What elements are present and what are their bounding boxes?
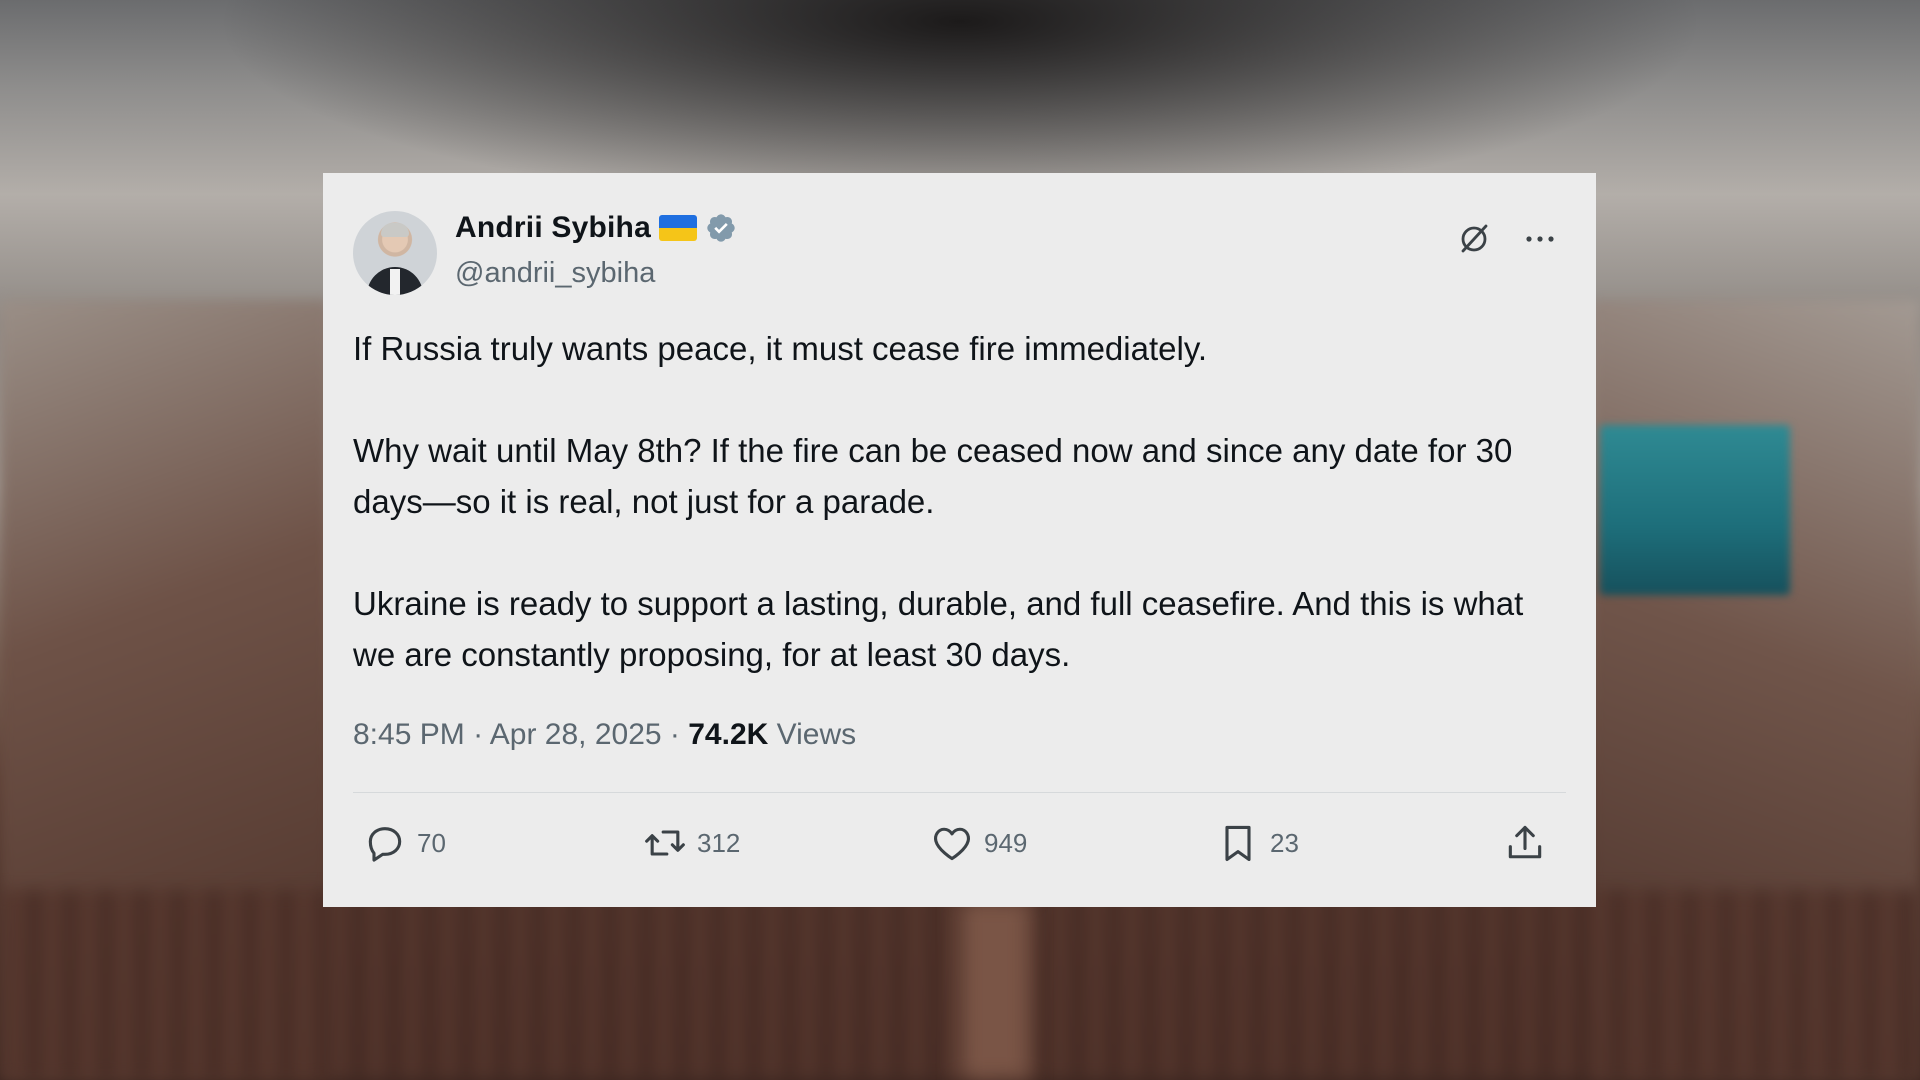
reply-button[interactable]: 70 — [363, 821, 446, 865]
like-icon — [934, 827, 970, 861]
repost-count: 312 — [697, 827, 741, 858]
bookmark-count: 23 — [1270, 827, 1299, 858]
tweet-top-actions — [1454, 219, 1560, 259]
tweet-meta: 8:45 PM · Apr 28, 2025 · 74.2K Views — [353, 718, 1566, 752]
tweet-actions-bar: 70 312 949 23 — [353, 793, 1566, 893]
bookmark-button[interactable]: 23 — [1216, 821, 1299, 865]
share-button[interactable] — [1503, 821, 1547, 865]
tweet-date[interactable]: Apr 28, 2025 — [490, 718, 662, 751]
share-icon — [1508, 825, 1542, 859]
more-icon[interactable] — [1520, 219, 1560, 259]
tweet-time[interactable]: 8:45 PM — [353, 718, 465, 751]
author-name[interactable]: Andrii Sybiha — [455, 211, 651, 245]
views-label: Views — [776, 718, 857, 751]
like-count: 949 — [984, 827, 1028, 858]
avatar-shirt — [390, 269, 400, 295]
reply-icon — [368, 827, 402, 862]
like-button[interactable]: 949 — [930, 821, 1027, 865]
ukraine-flag-icon — [658, 215, 697, 241]
tweet-paragraph: If Russia truly wants peace, it must cea… — [353, 330, 1208, 367]
meta-separator: · — [669, 718, 680, 751]
tweet-paragraph: Why wait until May 8th? If the fire can … — [353, 432, 1513, 520]
author-handle[interactable]: @andrii_sybiha — [455, 257, 655, 290]
tweet-header: Andrii Sybiha @andrii_sybiha — [353, 211, 1566, 301]
repost-button[interactable]: 312 — [643, 821, 740, 865]
meta-separator: · — [473, 718, 484, 751]
background-aisle — [960, 900, 1030, 1080]
background-screen — [1600, 425, 1790, 595]
avatar[interactable] — [353, 211, 437, 295]
verified-icon[interactable] — [705, 212, 737, 244]
bookmark-icon — [1225, 825, 1251, 862]
tweet-paragraph: Ukraine is ready to support a lasting, d… — [353, 585, 1524, 673]
grok-icon[interactable] — [1454, 219, 1494, 259]
avatar-hair — [381, 223, 409, 237]
views-count: 74.2K — [688, 718, 769, 751]
reply-count: 70 — [417, 827, 446, 858]
tweet-body: If Russia truly wants peace, it must cea… — [353, 323, 1566, 680]
author-name-row: Andrii Sybiha — [455, 211, 737, 245]
tweet-card: Andrii Sybiha @andrii_sybiha If Russia t… — [323, 173, 1596, 907]
repost-icon — [645, 830, 685, 856]
